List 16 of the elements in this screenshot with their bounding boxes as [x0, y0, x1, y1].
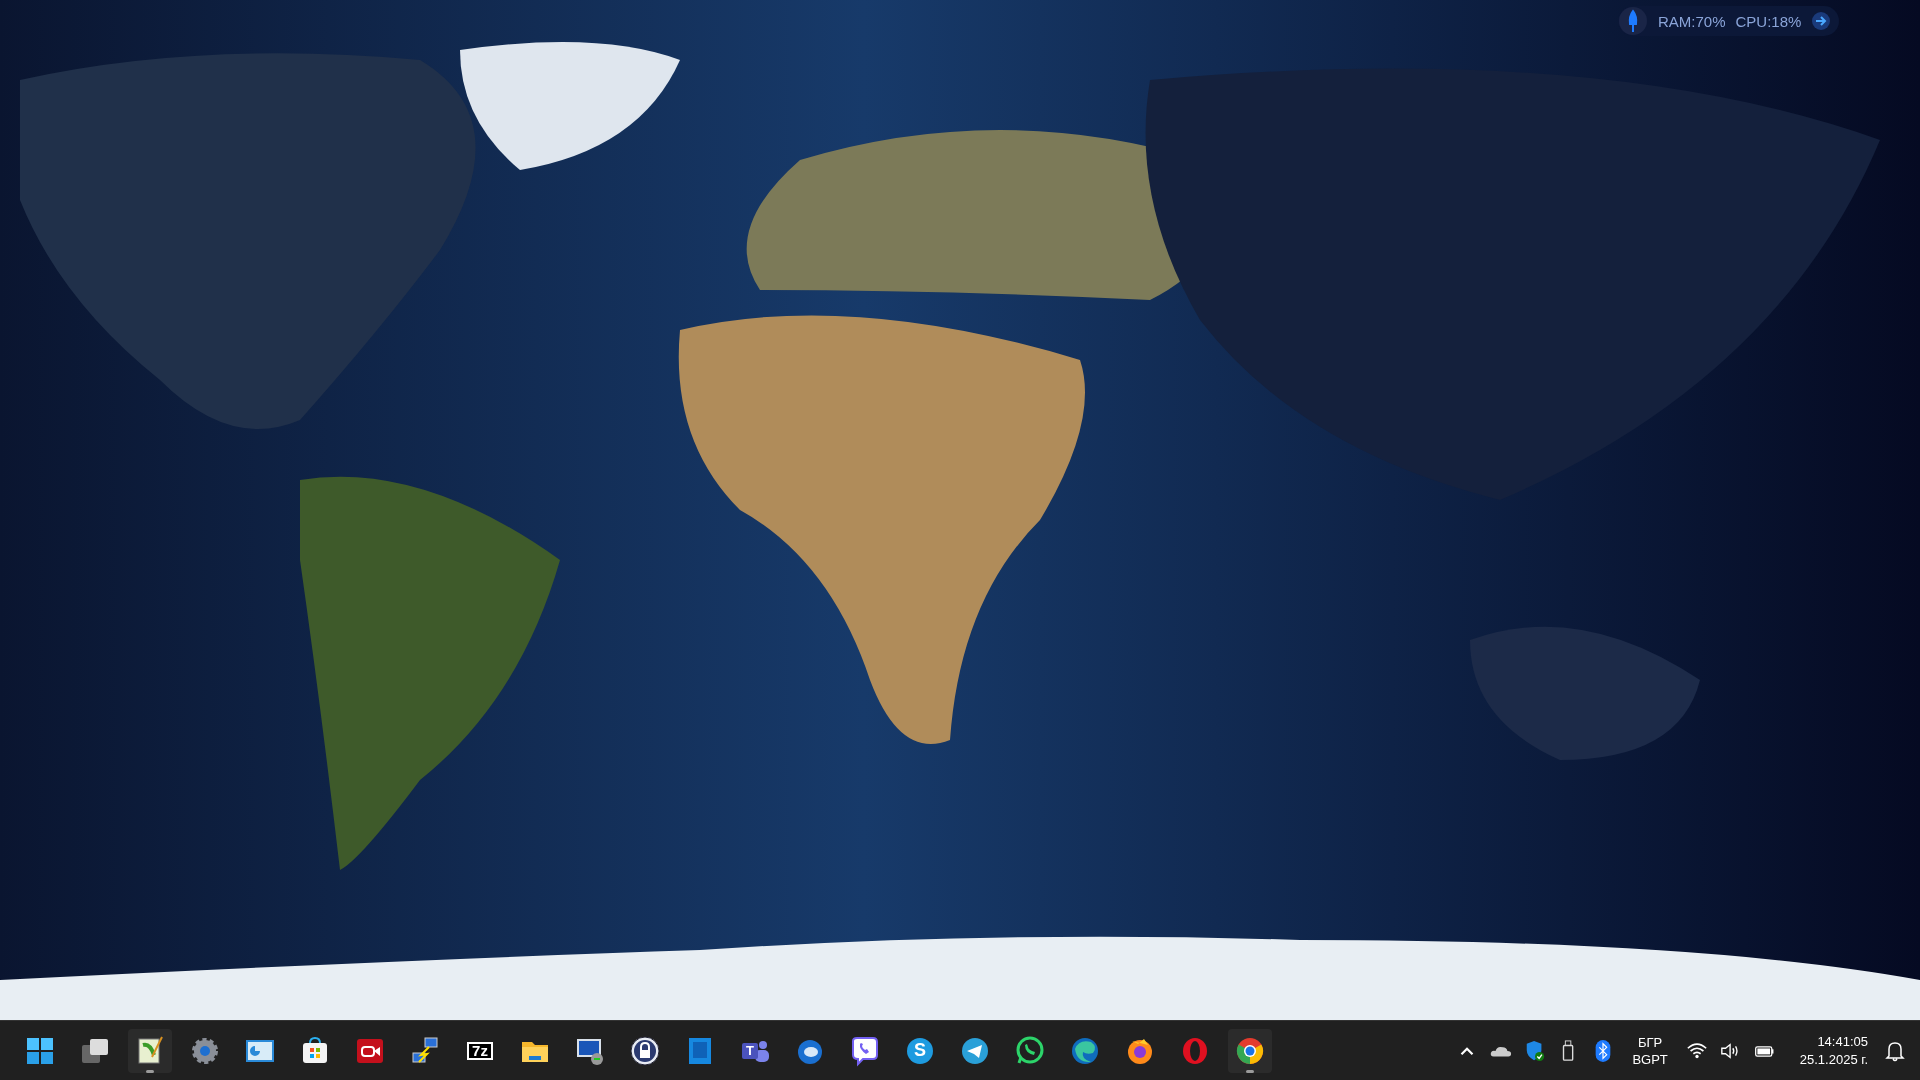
taskbar-app-button[interactable]: T [733, 1028, 777, 1073]
padlock-icon [629, 1034, 661, 1067]
taskbar-app-button[interactable] [1228, 1028, 1272, 1073]
running-indicator [146, 1069, 154, 1073]
cpu-usage: CPU:18% [1735, 12, 1802, 30]
phone-bubble-icon [849, 1034, 881, 1067]
clock[interactable]: 14:41:05 25.1.2025 г. [1787, 1032, 1872, 1069]
shield-icon[interactable] [1524, 1039, 1547, 1062]
arrow-right-icon[interactable] [1811, 11, 1832, 31]
taskbar-app-button[interactable] [128, 1028, 172, 1073]
input-language-indicator[interactable]: БГР BGPT [1626, 1033, 1674, 1068]
taskbar-app-button[interactable]: 7z [458, 1028, 502, 1073]
running-indicator [1246, 1069, 1254, 1073]
ram-usage: RAM:70% [1658, 12, 1726, 30]
rocket-icon[interactable] [1618, 6, 1648, 36]
notification-bell-icon[interactable] [1884, 1039, 1906, 1062]
